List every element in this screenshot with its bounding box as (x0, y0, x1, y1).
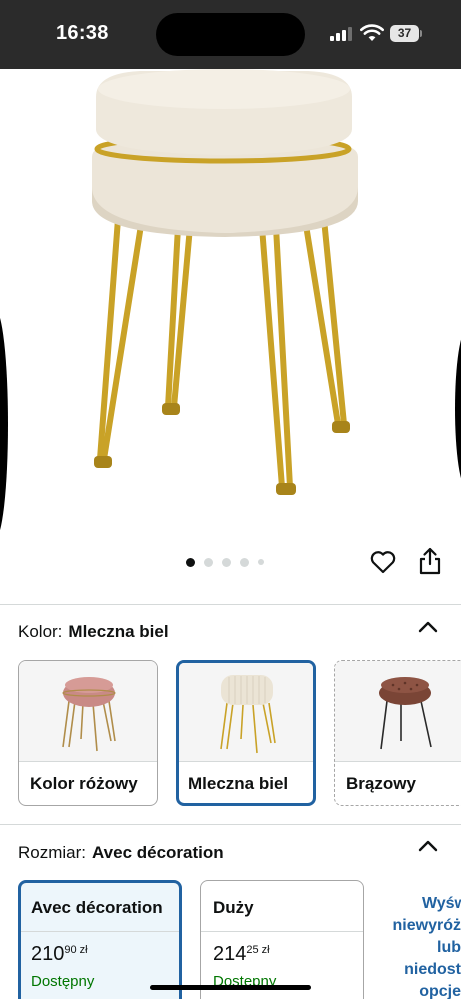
color-option-label: Mleczna biel (188, 774, 289, 793)
size-selector-heading: Rozmiar: Avec décoration (18, 843, 224, 863)
size-option-avec-decoration[interactable]: Avec décoration 21090 zł Dostępny (18, 880, 182, 999)
status-bar: 16:38 37 (0, 0, 461, 69)
product-image[interactable] (0, 69, 461, 544)
cellular-signal-icon (330, 27, 352, 41)
color-option-label: Kolor różowy (30, 774, 138, 793)
carousel-dot[interactable] (240, 557, 249, 567)
dynamic-island (156, 13, 305, 56)
heart-icon[interactable] (370, 550, 396, 574)
clock: 16:38 (56, 22, 109, 44)
battery-level: 37 (397, 26, 412, 40)
divider (0, 604, 461, 605)
chevron-up-icon[interactable] (418, 621, 438, 633)
battery-icon: 37 (390, 25, 422, 42)
selected-size-value: Avec décoration (92, 843, 224, 862)
size-option-duzy[interactable]: Duży 21425 zł Dostępny (200, 880, 364, 999)
size-option-price: 21090 zł (31, 943, 88, 965)
size-option-price: 21425 zł (213, 943, 270, 965)
pink-stool-thumbnail (62, 677, 116, 752)
stool-illustration (92, 69, 358, 495)
chevron-up-icon[interactable] (418, 840, 438, 852)
brown-stool-thumbnail (379, 677, 432, 750)
color-option-milky-white[interactable]: Mleczna biel (176, 660, 316, 806)
share-icon[interactable] (419, 547, 441, 575)
color-option-pink[interactable]: Kolor różowy (18, 660, 158, 806)
carousel-dot-active[interactable] (186, 557, 195, 567)
color-option-brown[interactable]: Brązowy (334, 660, 461, 806)
swatch-image (179, 663, 313, 761)
divider (0, 824, 461, 825)
selected-color-value: Mleczna biel (68, 622, 169, 641)
carousel-dot[interactable] (222, 557, 231, 567)
color-selector-heading: Kolor: Mleczna biel (18, 622, 169, 642)
show-more-options-link[interactable]: Wyśw niewyróż lub niedost opcje (378, 893, 461, 999)
swatch-image (335, 661, 461, 761)
carousel-dot[interactable] (204, 557, 213, 567)
wifi-icon (360, 24, 384, 41)
carousel-dot[interactable] (258, 559, 264, 565)
home-indicator[interactable] (150, 985, 311, 990)
size-option-title: Avec décoration (31, 898, 163, 917)
size-option-title: Duży (213, 898, 254, 917)
availability-text: Dostępny (31, 973, 95, 990)
carousel-dots[interactable] (186, 556, 264, 568)
color-option-label: Brązowy (346, 774, 416, 793)
white-stool-thumbnail (220, 675, 276, 754)
swatch-image (19, 661, 157, 761)
size-label: Rozmiar: (18, 843, 87, 862)
color-label: Kolor: (18, 622, 63, 641)
